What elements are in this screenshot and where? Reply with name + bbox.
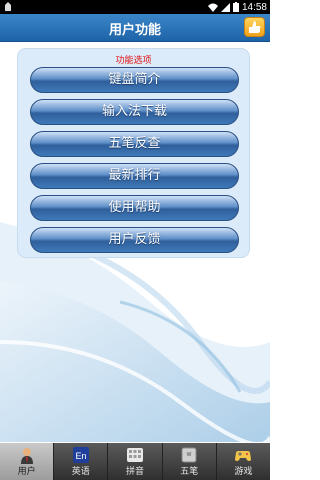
bottom-tab-bar: 用户 En 英语 拼音 W 五笔 游戏 bbox=[0, 443, 270, 480]
tab-label-wubi: 五笔 bbox=[180, 467, 199, 477]
svg-text:W: W bbox=[187, 452, 192, 458]
feedback-button[interactable]: 用户反馈 bbox=[30, 227, 239, 253]
latest-ranking-button[interactable]: 最新排行 bbox=[30, 163, 239, 189]
tab-label-game: 游戏 bbox=[234, 467, 253, 477]
tab-wubi[interactable]: W 五笔 bbox=[161, 443, 216, 480]
menu-button[interactable] bbox=[244, 17, 265, 37]
help-button[interactable]: 使用帮助 bbox=[30, 195, 239, 221]
pinyin-icon bbox=[127, 448, 143, 462]
notification-icon bbox=[5, 2, 11, 11]
game-icon bbox=[235, 451, 252, 461]
status-bar: 14:58 bbox=[0, 0, 270, 14]
battery-icon bbox=[232, 2, 239, 12]
signal-icon bbox=[220, 2, 230, 12]
svg-text:En: En bbox=[75, 451, 86, 461]
wubi-icon: W bbox=[181, 447, 197, 463]
ime-download-button[interactable]: 输入法下载 bbox=[30, 99, 239, 125]
tab-pinyin[interactable]: 拼音 bbox=[107, 443, 161, 480]
wubi-lookup-button[interactable]: 五笔反查 bbox=[30, 131, 239, 157]
tab-label-user: 用户 bbox=[17, 467, 36, 477]
function-panel: 功能选项 键盘简介 输入法下载 五笔反查 最新排行 使用帮助 用户反馈 bbox=[17, 48, 250, 258]
panel-title: 功能选项 bbox=[115, 56, 152, 66]
tab-label-english: 英语 bbox=[71, 467, 90, 477]
english-icon: En bbox=[72, 447, 89, 463]
tab-label-pinyin: 拼音 bbox=[126, 467, 145, 477]
wifi-icon bbox=[207, 3, 218, 12]
user-icon bbox=[20, 448, 33, 464]
tab-english[interactable]: En 英语 bbox=[53, 443, 107, 480]
app-header: 用户功能 bbox=[0, 14, 270, 42]
clock: 14:58 bbox=[241, 1, 267, 13]
keyboard-intro-button[interactable]: 键盘简介 bbox=[30, 67, 239, 93]
thumbs-up-icon bbox=[249, 21, 261, 33]
tab-game[interactable]: 游戏 bbox=[215, 443, 270, 480]
tab-user[interactable]: 用户 bbox=[0, 443, 54, 480]
page-title: 用户功能 bbox=[108, 23, 161, 38]
